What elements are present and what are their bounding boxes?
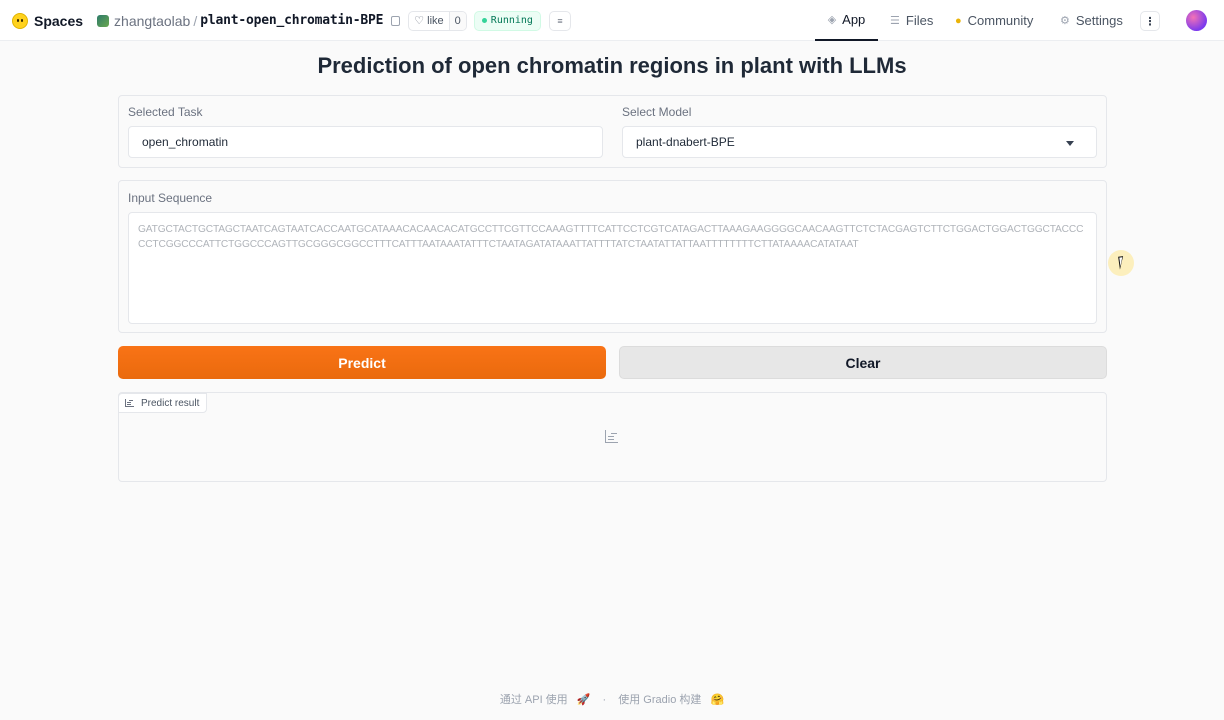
more-options-button[interactable]: ⋮ (1140, 11, 1160, 31)
selected-task-label: Selected Task (128, 105, 203, 119)
status-badge[interactable]: Running (473, 10, 541, 31)
tab-app[interactable]: ◈ App (815, 0, 878, 41)
chevron-down-icon[interactable] (1066, 141, 1074, 146)
owner-avatar (97, 14, 110, 27)
like-label: like (427, 14, 444, 27)
tab-files[interactable]: ☰ Files (890, 0, 933, 41)
heart-icon: ♡ (414, 15, 425, 27)
copy-icon[interactable] (391, 15, 401, 26)
bar-chart-icon (125, 399, 134, 407)
empty-chart-icon (605, 430, 618, 443)
select-model-dropdown[interactable]: plant-dnabert-BPE (622, 126, 1097, 158)
kebab-icon: ⋮ (1144, 15, 1156, 28)
breadcrumb-separator: / (193, 12, 198, 29)
spaces-link[interactable]: Spaces (34, 13, 83, 29)
like-main[interactable]: ♡ like (409, 12, 448, 30)
page-title: Prediction of open chromatin regions in … (317, 53, 907, 78)
mouse-cursor-icon (1118, 255, 1130, 270)
rocket-icon: 🚀 (576, 694, 591, 706)
running-dot-icon (481, 18, 487, 23)
built-with-gradio-link[interactable]: 使用 Gradio 构建 🤗 (615, 694, 727, 706)
tab-app-label: App (842, 12, 866, 27)
predict-result-label: Predict result (141, 397, 200, 409)
gradio-logo-icon: 🤗 (710, 694, 725, 706)
api-text: 通过 API 使用 (499, 694, 568, 706)
select-model-label: Select Model (622, 105, 692, 119)
clear-button[interactable]: Clear (619, 346, 1107, 379)
gear-icon: ⚙ (1060, 15, 1070, 27)
selected-task-field[interactable]: open_chromatin (128, 126, 603, 158)
built-text: 使用 Gradio 构建 (618, 694, 702, 706)
tab-files-label: Files (905, 13, 934, 28)
tab-settings[interactable]: ⚙ Settings (1060, 0, 1123, 41)
repo-name-link[interactable]: plant-open_chromatin-BPE (200, 13, 383, 28)
logs-button[interactable]: ≡ (548, 10, 571, 31)
community-icon: ● (955, 14, 962, 27)
user-avatar[interactable] (1186, 10, 1207, 31)
like-button[interactable]: ♡ like 0 (408, 10, 467, 31)
tab-community-label: Community (967, 13, 1034, 28)
select-model-value: plant-dnabert-BPE (636, 135, 735, 149)
use-via-api-link[interactable]: 通过 API 使用 🚀 (497, 694, 594, 706)
input-sequence-label: Input Sequence (128, 191, 213, 205)
predict-result-tag: Predict result (118, 393, 208, 413)
input-sequence-textarea[interactable]: GATGCTACTGCTAGCTAATCAGTAATCACCAATGCATAAA… (128, 212, 1097, 324)
footer: 通过 API 使用 🚀 · 使用 Gradio 构建 🤗 (0, 691, 1224, 707)
space-header: Spaces zhangtaolab / plant-open_chromati… (12, 0, 571, 41)
predict-button[interactable]: Predict (118, 346, 606, 379)
footer-dot: · (602, 694, 607, 706)
owner-link[interactable]: zhangtaolab (114, 13, 190, 29)
tab-community[interactable]: ● Community (955, 0, 1033, 41)
huggingface-logo-icon[interactable] (12, 12, 28, 29)
tab-settings-label: Settings (1075, 13, 1123, 28)
top-navigation-bar: Spaces zhangtaolab / plant-open_chromati… (0, 0, 1224, 41)
status-text: Running (490, 15, 533, 26)
logs-icon: ≡ (557, 15, 563, 26)
files-icon: ☰ (890, 15, 900, 27)
like-count[interactable]: 0 (448, 11, 466, 30)
cube-icon: ◈ (827, 14, 837, 26)
